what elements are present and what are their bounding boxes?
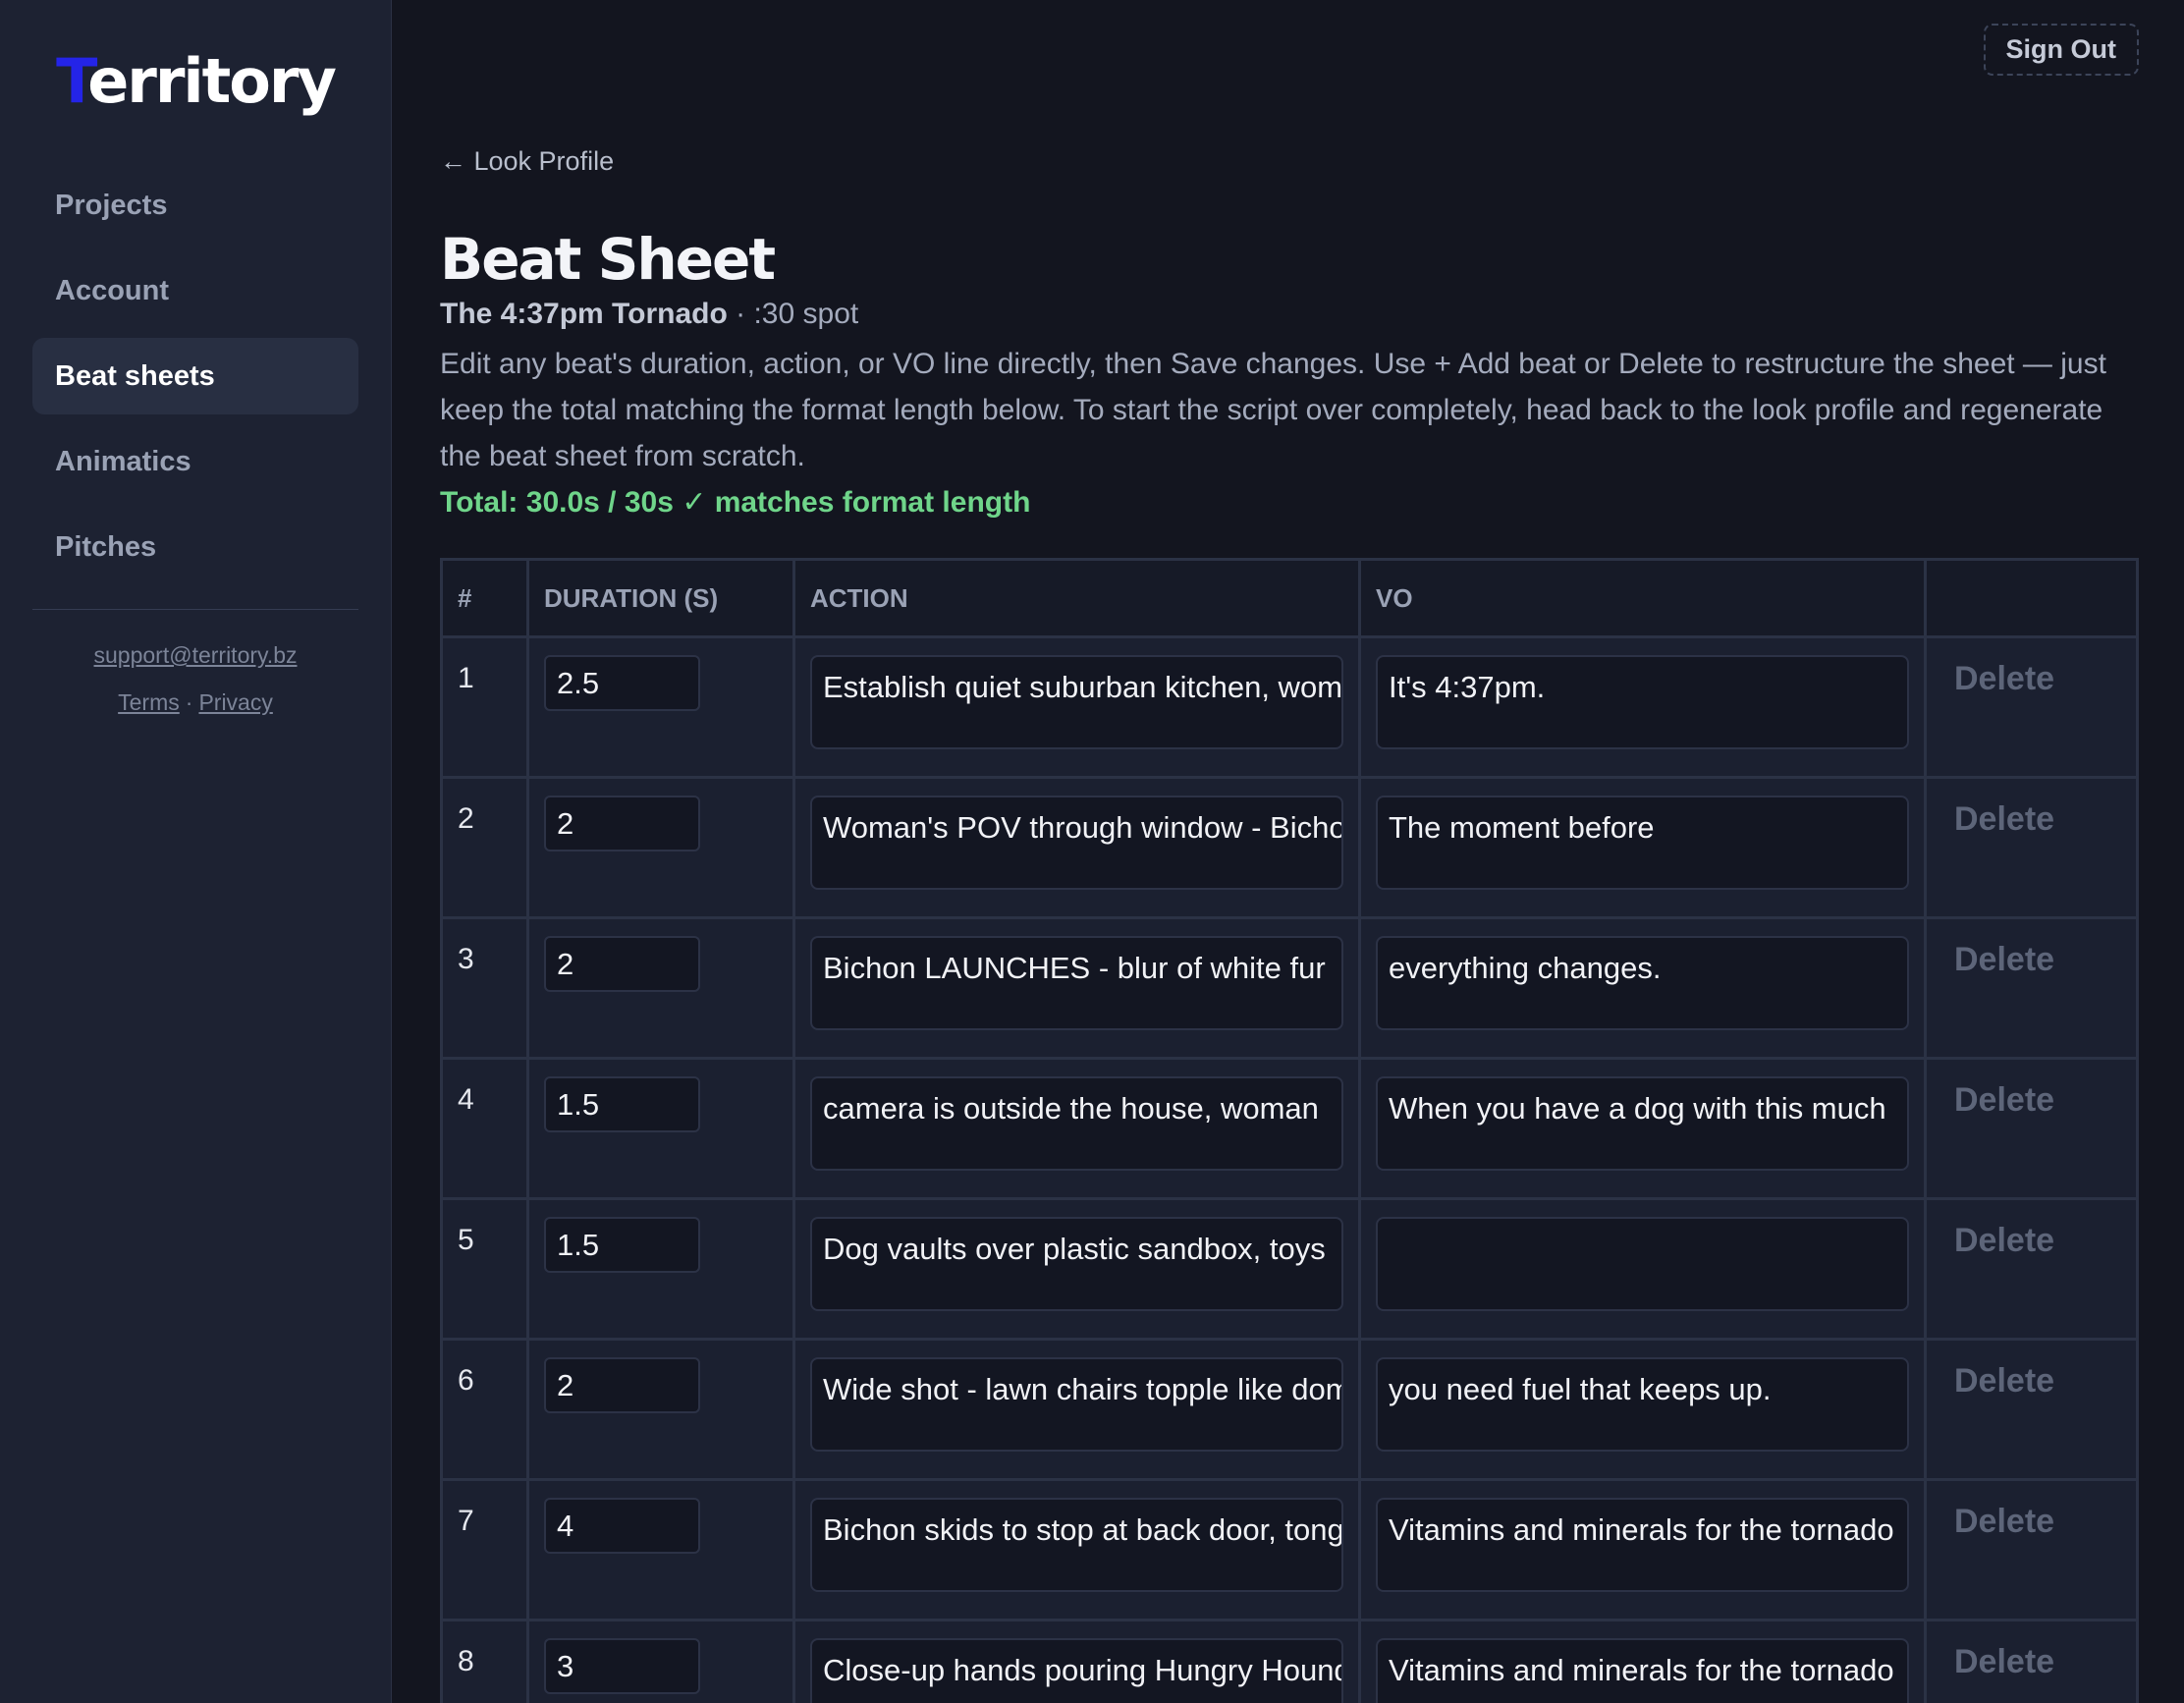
column-header-action: ACTION bbox=[792, 558, 1361, 638]
sidebar-item-pitches[interactable]: Pitches bbox=[32, 509, 358, 585]
sidebar-item-projects[interactable]: Projects bbox=[32, 167, 358, 244]
logo-rest: erritory bbox=[87, 45, 337, 117]
action-textarea[interactable]: Establish quiet suburban kitchen, woman bbox=[810, 655, 1343, 749]
table-row: 4 camera is outside the house, woman Whe… bbox=[440, 1057, 2139, 1200]
logo-first-letter: T bbox=[56, 45, 89, 117]
action-textarea[interactable]: Bichon skids to stop at back door, tongu… bbox=[810, 1498, 1343, 1592]
sidebar-footer: support@territory.bz Terms · Privacy bbox=[32, 642, 358, 716]
total-duration-status: Total: 30.0s / 30s ✓ matches format leng… bbox=[440, 486, 1031, 519]
duration-input[interactable] bbox=[544, 1357, 700, 1413]
beat-number: 7 bbox=[440, 1478, 529, 1621]
beat-number: 3 bbox=[440, 916, 529, 1060]
sidebar-item-beat-sheets[interactable]: Beat sheets bbox=[32, 338, 358, 414]
project-name: The 4:37pm Tornado bbox=[440, 298, 728, 330]
delete-beat-button[interactable]: Delete bbox=[1954, 800, 2054, 839]
beat-number: 5 bbox=[440, 1197, 529, 1341]
column-header-vo: VO bbox=[1358, 558, 1927, 638]
vo-textarea[interactable]: everything changes. bbox=[1376, 936, 1909, 1030]
beat-number: 8 bbox=[440, 1619, 529, 1703]
sidebar-item-account[interactable]: Account bbox=[32, 252, 358, 329]
beat-number: 2 bbox=[440, 776, 529, 919]
duration-input[interactable] bbox=[544, 1076, 700, 1132]
table-row: 7 Bichon skids to stop at back door, ton… bbox=[440, 1478, 2139, 1621]
action-textarea[interactable]: Wide shot - lawn chairs topple like domi… bbox=[810, 1357, 1343, 1452]
table-row: 1 Establish quiet suburban kitchen, woma… bbox=[440, 635, 2139, 779]
action-textarea[interactable]: Bichon LAUNCHES - blur of white fur bbox=[810, 936, 1343, 1030]
app-root: Territory Projects Account Beat sheets A… bbox=[0, 0, 2184, 1703]
legal-links: Terms · Privacy bbox=[32, 689, 358, 716]
legal-separator: · bbox=[185, 689, 193, 715]
vo-textarea[interactable] bbox=[1376, 1217, 1909, 1311]
sidebar: Territory Projects Account Beat sheets A… bbox=[0, 0, 392, 1703]
sidebar-divider bbox=[32, 609, 358, 610]
duration-input[interactable] bbox=[544, 655, 700, 711]
terms-link[interactable]: Terms bbox=[118, 689, 180, 715]
table-row: 3 Bichon LAUNCHES - blur of white fur ev… bbox=[440, 916, 2139, 1060]
duration-input[interactable] bbox=[544, 1217, 700, 1273]
delete-beat-button[interactable]: Delete bbox=[1954, 1643, 2054, 1681]
sidebar-item-animatics[interactable]: Animatics bbox=[32, 423, 358, 500]
vo-textarea[interactable]: Vitamins and minerals for the tornado bbox=[1376, 1498, 1909, 1592]
action-textarea[interactable]: camera is outside the house, woman bbox=[810, 1076, 1343, 1171]
action-textarea[interactable]: Dog vaults over plastic sandbox, toys bbox=[810, 1217, 1343, 1311]
vo-textarea[interactable]: Vitamins and minerals for the tornado bbox=[1376, 1638, 1909, 1703]
column-header-number: # bbox=[440, 558, 529, 638]
column-header-actions bbox=[1924, 558, 2139, 638]
territory-logo[interactable]: Territory bbox=[32, 41, 358, 122]
duration-input[interactable] bbox=[544, 1638, 700, 1694]
table-row: 8 Close-up hands pouring Hungry Hound Vi… bbox=[440, 1619, 2139, 1703]
page-title: Beat Sheet bbox=[440, 226, 776, 293]
delete-beat-button[interactable]: Delete bbox=[1954, 1222, 2054, 1260]
delete-beat-button[interactable]: Delete bbox=[1954, 1503, 2054, 1541]
support-email-link[interactable]: support@territory.bz bbox=[94, 642, 298, 668]
spot-info: · :30 spot bbox=[727, 298, 859, 330]
vo-textarea[interactable]: The moment before bbox=[1376, 796, 1909, 890]
table-row: 2 Woman's POV through window - Bichon Th… bbox=[440, 776, 2139, 919]
delete-beat-button[interactable]: Delete bbox=[1954, 660, 2054, 698]
vo-textarea[interactable]: It's 4:37pm. bbox=[1376, 655, 1909, 749]
beat-number: 6 bbox=[440, 1338, 529, 1481]
privacy-link[interactable]: Privacy bbox=[198, 689, 272, 715]
page-description: Edit any beat's duration, action, or VO … bbox=[440, 348, 2106, 472]
duration-input[interactable] bbox=[544, 936, 700, 992]
action-textarea[interactable]: Close-up hands pouring Hungry Hound bbox=[810, 1638, 1343, 1703]
main-content: Sign Out ← Look Profile Beat Sheet The 4… bbox=[392, 0, 2184, 1703]
beat-table: # DURATION (S) ACTION VO 1 Establish qui… bbox=[440, 558, 2139, 1703]
vo-textarea[interactable]: you need fuel that keeps up. bbox=[1376, 1357, 1909, 1452]
delete-beat-button[interactable]: Delete bbox=[1954, 1081, 2054, 1120]
back-to-look-profile-link[interactable]: ← Look Profile bbox=[440, 146, 614, 177]
column-header-duration: DURATION (S) bbox=[526, 558, 795, 638]
page-subtitle: The 4:37pm Tornado · :30 spot bbox=[440, 295, 2139, 334]
beat-number: 1 bbox=[440, 635, 529, 779]
delete-beat-button[interactable]: Delete bbox=[1954, 941, 2054, 979]
table-header-row: # DURATION (S) ACTION VO bbox=[440, 558, 2139, 638]
duration-input[interactable] bbox=[544, 796, 700, 852]
vo-textarea[interactable]: When you have a dog with this much bbox=[1376, 1076, 1909, 1171]
sign-out-button[interactable]: Sign Out bbox=[1983, 24, 2139, 76]
beat-number: 4 bbox=[440, 1057, 529, 1200]
sidebar-nav: Projects Account Beat sheets Animatics P… bbox=[32, 167, 358, 585]
table-row: 6 Wide shot - lawn chairs topple like do… bbox=[440, 1338, 2139, 1481]
action-textarea[interactable]: Woman's POV through window - Bichon bbox=[810, 796, 1343, 890]
delete-beat-button[interactable]: Delete bbox=[1954, 1362, 2054, 1401]
table-row: 5 Dog vaults over plastic sandbox, toys … bbox=[440, 1197, 2139, 1341]
duration-input[interactable] bbox=[544, 1498, 700, 1554]
